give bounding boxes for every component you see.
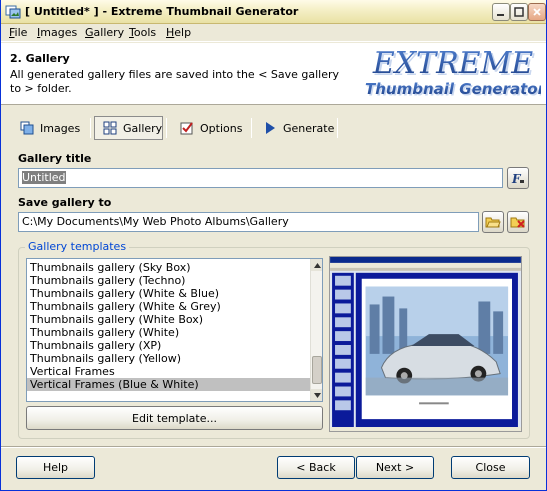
tab-gallery[interactable]: Gallery — [94, 116, 163, 140]
menu-tools[interactable]: Tools — [129, 26, 156, 39]
list-item[interactable]: Thumbnails gallery (White) — [27, 326, 322, 339]
scrollbar-thumb[interactable] — [312, 356, 322, 384]
save-path-input[interactable]: C:\My Documents\My Web Photo Albums\Gall… — [18, 212, 479, 232]
scroll-down-button[interactable] — [311, 389, 322, 401]
close-button[interactable]: Close — [451, 456, 530, 479]
minimize-button[interactable] — [492, 3, 510, 21]
tab-separator — [166, 118, 167, 138]
list-item[interactable]: Thumbnails gallery (White & Blue) — [27, 287, 322, 300]
svg-text:F: F — [511, 172, 522, 185]
footer-divider — [1, 446, 546, 448]
templates-list[interactable]: Thumbnails gallery (Sky Box) Thumbnails g… — [26, 258, 323, 402]
wizard-header: 2. Gallery All generated gallery files a… — [1, 43, 546, 105]
template-preview-image — [329, 256, 522, 432]
list-item[interactable]: Thumbnails gallery (Techno) — [27, 274, 322, 287]
menu-file[interactable]: File — [9, 26, 27, 39]
help-button[interactable]: Help — [16, 456, 95, 479]
font-settings-button[interactable]: F — [507, 167, 529, 189]
folder-open-icon — [485, 217, 501, 228]
svg-text:Thumbnail Generator: Thumbnail Generator — [365, 80, 541, 98]
scroll-up-button[interactable] — [311, 259, 322, 271]
menu-images[interactable]: Images — [37, 26, 77, 39]
list-item[interactable]: Thumbnails gallery (XP) — [27, 339, 322, 352]
browse-folder-button[interactable] — [482, 211, 504, 233]
gallery-grid-icon — [103, 121, 117, 135]
title-bar[interactable]: [ Untitled* ] - Extreme Thumbnail Genera… — [1, 0, 546, 24]
checkbox-options-icon — [180, 122, 193, 135]
templates-scrollbar[interactable] — [310, 259, 322, 401]
back-button[interactable]: < Back — [277, 456, 355, 479]
gallery-title-value: Untitled — [22, 171, 66, 184]
menu-gallery[interactable]: Gallery — [85, 26, 124, 39]
minimize-icon — [497, 14, 504, 16]
tab-images[interactable]: Images — [11, 116, 87, 140]
clear-folder-button[interactable] — [507, 211, 529, 233]
list-item[interactable]: Thumbnails gallery (White & Grey) — [27, 300, 322, 313]
folder-delete-icon — [510, 217, 525, 228]
list-item[interactable]: Thumbnails gallery (Sky Box) — [27, 261, 322, 274]
list-item[interactable]: Vertical Frames (Blue & White) — [27, 378, 322, 391]
tab-separator — [90, 118, 91, 138]
templates-list-items: Thumbnails gallery (Sky Box) Thumbnails g… — [27, 259, 322, 391]
maximize-button[interactable] — [510, 3, 528, 21]
chevron-down-icon — [313, 392, 321, 398]
maximize-icon — [514, 7, 524, 17]
step-title: 2. Gallery — [10, 52, 70, 65]
play-arrow-icon — [266, 122, 275, 134]
app-icon — [5, 5, 21, 19]
edit-template-button[interactable]: Edit template... — [26, 406, 323, 430]
window-title: [ Untitled* ] - Extreme Thumbnail Genera… — [25, 5, 299, 18]
gallery-title-input[interactable]: Untitled — [18, 168, 503, 188]
list-item[interactable]: Vertical Frames — [27, 365, 322, 378]
svg-text:EXTREME: EXTREME — [372, 46, 533, 81]
chevron-up-icon — [313, 262, 321, 268]
gallery-templates-legend: Gallery templates — [25, 240, 130, 253]
menu-help[interactable]: Help — [166, 26, 191, 39]
tab-separator — [337, 118, 338, 138]
list-item[interactable]: Thumbnails gallery (Yellow) — [27, 352, 322, 365]
close-window-button[interactable] — [528, 3, 546, 21]
tab-generate[interactable]: Generate — [254, 116, 336, 140]
tab-options[interactable]: Options — [171, 116, 249, 140]
product-logo: EXTREME EXTREME Thumbnail Generator Thum… — [365, 46, 541, 100]
app-window: [ Untitled* ] - Extreme Thumbnail Genera… — [0, 0, 547, 491]
images-icon — [20, 121, 34, 135]
gallery-title-label: Gallery title — [18, 152, 92, 165]
font-icon: F — [511, 172, 524, 185]
menu-bar: File Images Gallery Tools Help — [1, 24, 546, 42]
step-description: All generated gallery files are saved in… — [10, 68, 340, 95]
list-item[interactable]: Thumbnails gallery (White Box) — [27, 313, 322, 326]
tab-separator — [251, 118, 252, 138]
close-icon — [533, 8, 541, 16]
next-button[interactable]: Next > — [356, 456, 434, 479]
save-gallery-label: Save gallery to — [18, 196, 112, 209]
